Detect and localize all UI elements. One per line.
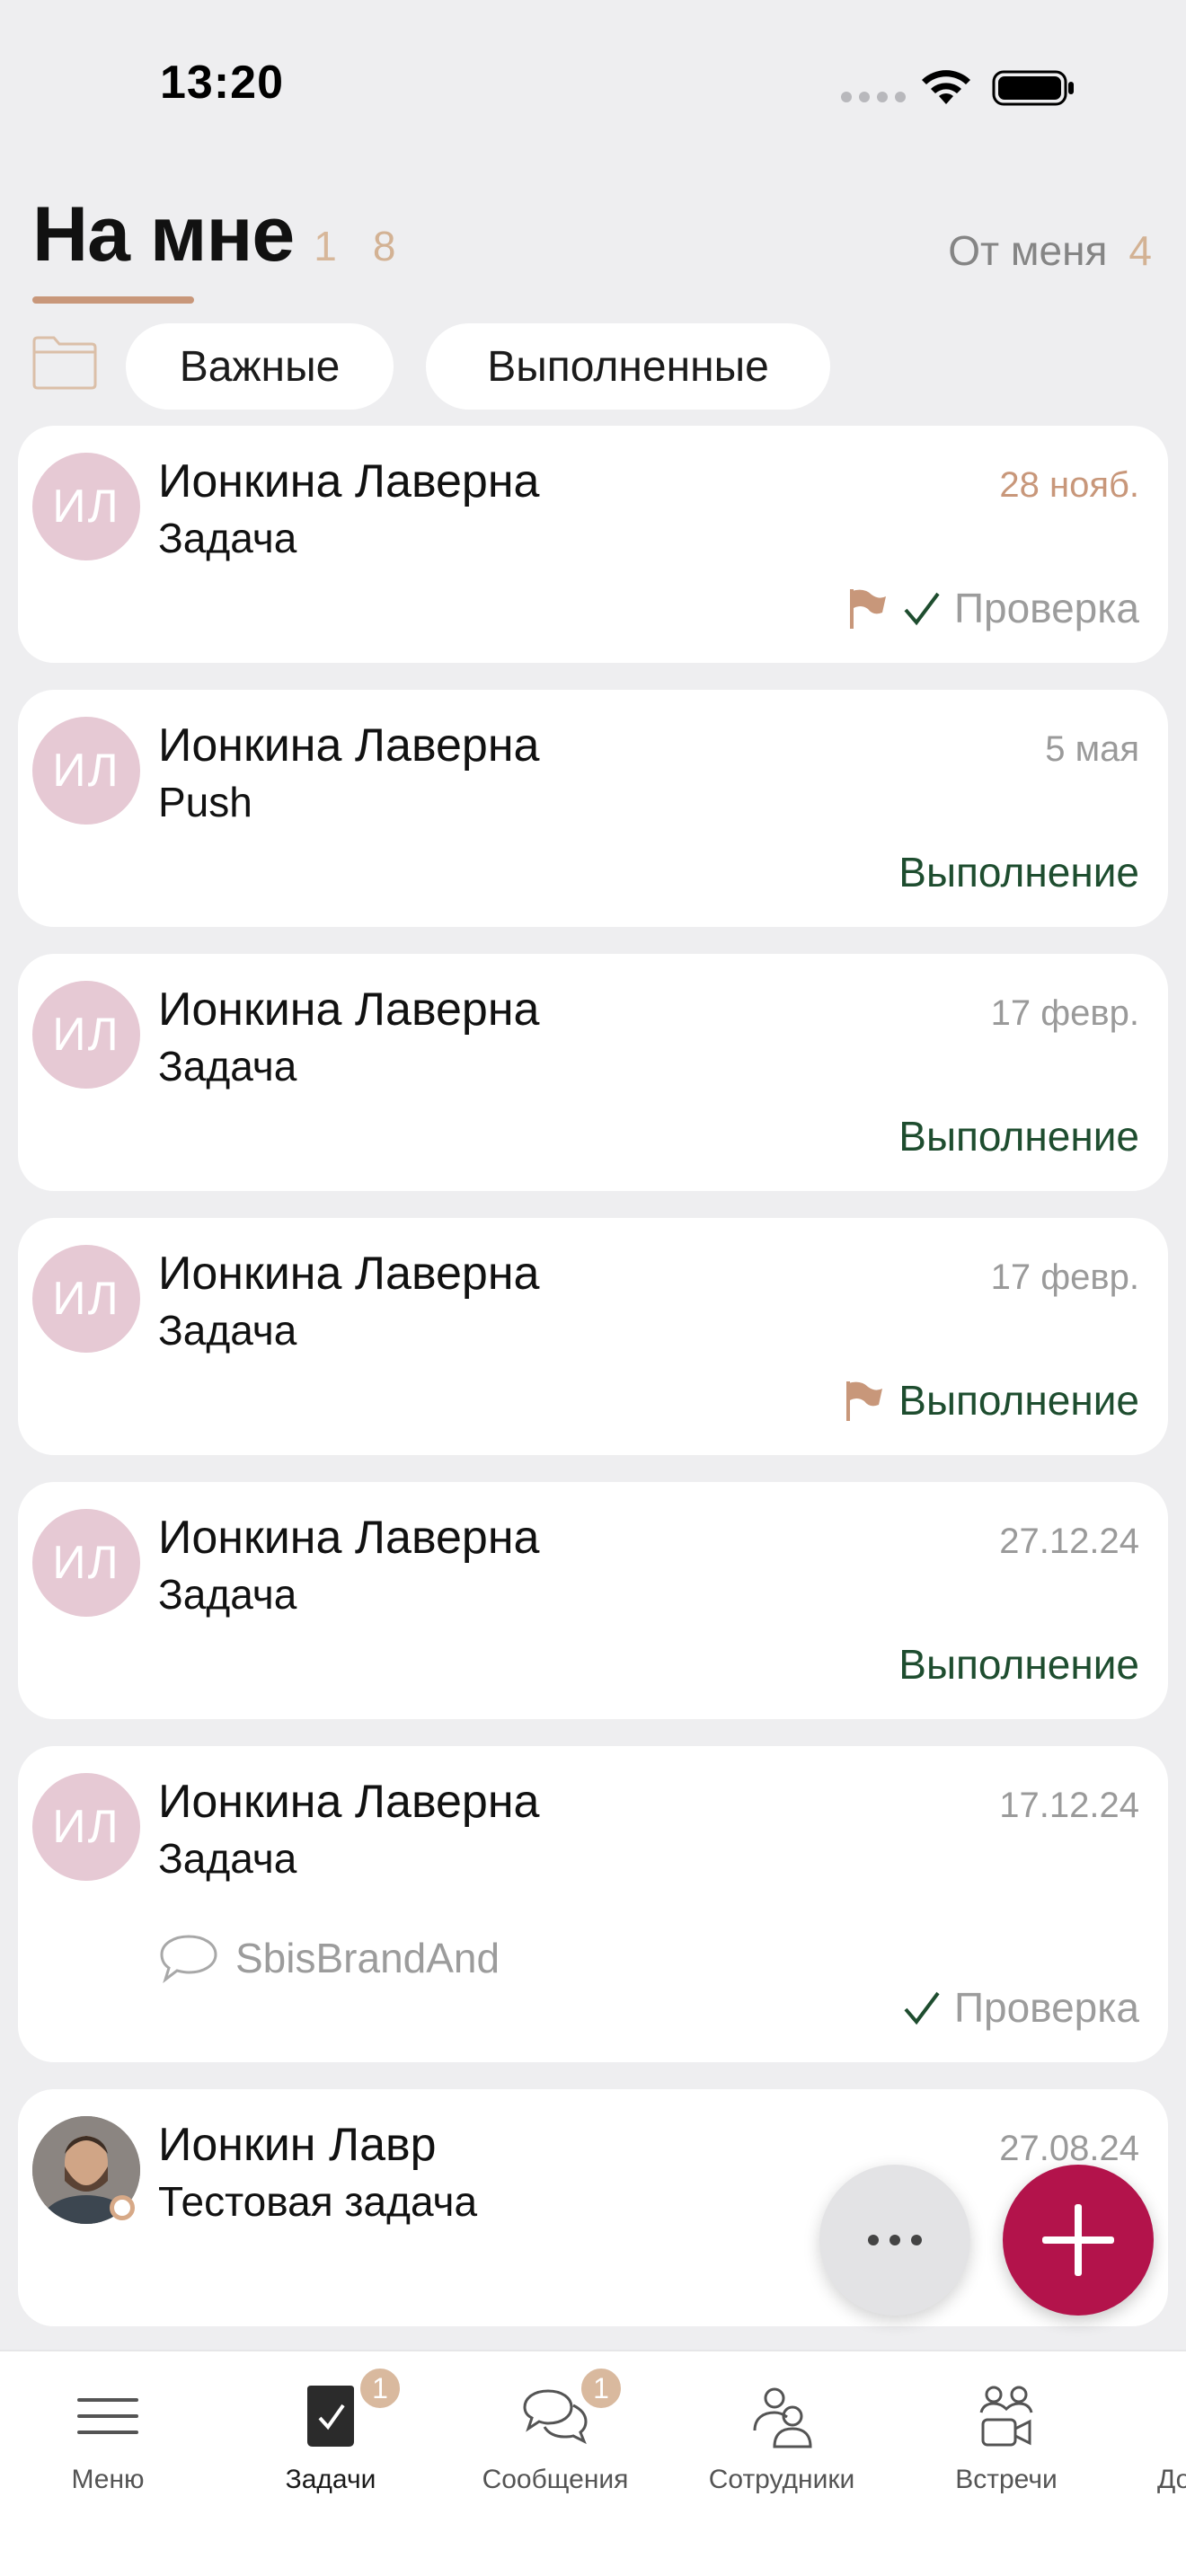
filter-important-chip[interactable]: Важные <box>126 323 394 410</box>
task-status-label: Проверка <box>953 1984 1139 2031</box>
task-status: Выполнение <box>898 848 1139 896</box>
nav-messages-label: Сообщения <box>482 2465 629 2494</box>
tab-on-me-count-total: 8 <box>372 223 396 269</box>
nav-more[interactable]: До <box>1132 2369 1186 2495</box>
comment-icon <box>160 1935 217 1983</box>
task-date: 17.12.24 <box>999 1786 1139 1825</box>
active-tab-indicator <box>32 296 194 304</box>
status-time: 13:20 <box>160 57 284 109</box>
task-subject: Задача <box>158 1835 297 1882</box>
nav-tasks-badge: 1 <box>358 2366 403 2411</box>
employees-icon <box>753 2387 812 2448</box>
task-status: Проверка <box>902 1983 1139 2032</box>
nav-messages-badge: 1 <box>579 2366 624 2411</box>
avatar: ИЛ <box>32 1245 140 1353</box>
nav-employees[interactable]: Сотрудники <box>683 2369 881 2495</box>
wifi-icon <box>922 70 970 104</box>
avatar: ИЛ <box>32 717 140 825</box>
avatar: ИЛ <box>32 1509 140 1617</box>
nav-menu-label: Меню <box>71 2465 145 2494</box>
tasks-icon <box>307 2386 354 2447</box>
more-actions-button[interactable] <box>819 2165 970 2316</box>
task-card[interactable]: Ионкин Лавр Тестовая задача 27.08.24 <box>18 2089 1168 2326</box>
tab-from-me-count: 4 <box>1128 227 1152 274</box>
cellular-signal-icon <box>841 92 906 102</box>
status-bar: 13:20 <box>0 0 1186 180</box>
task-status-label: Выполнение <box>898 849 1139 895</box>
filter-done-chip[interactable]: Выполненные <box>426 323 830 410</box>
task-status-label: Выполнение <box>898 1377 1139 1424</box>
task-author: Ионкина Лаверна <box>158 1512 540 1564</box>
task-card[interactable]: ИЛ Ионкина Лаверна Задача 27.12.24 Выпол… <box>18 1482 1168 1719</box>
avatar: ИЛ <box>32 1773 140 1881</box>
task-card[interactable]: ИЛ Ионкина Лаверна Задача 17 февр. Выпол… <box>18 1218 1168 1455</box>
task-date: 17 февр. <box>990 993 1139 1033</box>
create-task-button[interactable] <box>1003 2165 1154 2316</box>
nav-employees-label: Сотрудники <box>708 2465 855 2494</box>
task-comment: SbisBrandAnd <box>158 1933 500 1983</box>
task-status-label: Выполнение <box>898 1113 1139 1160</box>
flag-icon <box>849 589 886 629</box>
task-status: Выполнение <box>898 1640 1139 1689</box>
task-subject: Задача <box>158 1043 297 1090</box>
bottom-nav: Меню 1 Задачи 1 Сообщения Сотрудники Вст… <box>0 2350 1186 2576</box>
nav-menu[interactable]: Меню <box>9 2369 207 2495</box>
task-card[interactable]: ИЛ Ионкина Лаверна Задача 28 нояб. Прове… <box>18 426 1168 663</box>
check-icon <box>904 1991 940 2025</box>
task-card[interactable]: ИЛ Ионкина Лаверна Задача 17 февр. Выпол… <box>18 954 1168 1191</box>
tab-from-me-label: От меня <box>948 227 1108 274</box>
task-subject: Задача <box>158 1571 297 1618</box>
nav-meetings-label: Встречи <box>955 2465 1058 2494</box>
task-status: Выполнение <box>898 1112 1139 1160</box>
menu-icon <box>77 2398 138 2434</box>
folder-icon[interactable] <box>31 332 99 392</box>
nav-tasks[interactable]: 1 Задачи <box>232 2366 429 2495</box>
task-subject: Тестовая задача <box>158 2178 478 2225</box>
task-subject: Push <box>158 779 252 825</box>
task-status-label: Выполнение <box>898 1641 1139 1688</box>
battery-icon <box>992 70 1074 106</box>
task-status-label: Проверка <box>953 585 1139 631</box>
meetings-icon <box>979 2386 1033 2447</box>
flag-icon <box>846 1381 883 1421</box>
task-date: 27.12.24 <box>999 1522 1139 1561</box>
task-status: Проверка <box>845 584 1139 632</box>
tab-on-me-label: На мне <box>32 191 295 278</box>
task-card[interactable]: ИЛ Ионкина Лаверна Push 5 мая Выполнение <box>18 690 1168 927</box>
task-status: Выполнение <box>841 1376 1139 1425</box>
tasks-screen: 13:20 На мне 1 8 От меня 4 Важные Выполн… <box>0 0 1186 2576</box>
task-subject: Задача <box>158 515 297 561</box>
task-date: 5 мая <box>1045 729 1139 769</box>
avatar: ИЛ <box>32 981 140 1089</box>
tab-on-me-count-new: 1 <box>314 223 337 269</box>
task-comment-text: SbisBrandAnd <box>235 1935 500 1981</box>
task-date: 28 нояб. <box>999 465 1139 505</box>
nav-tasks-label: Задачи <box>285 2465 376 2494</box>
task-author: Ионкина Лаверна <box>158 984 540 1036</box>
nav-messages[interactable]: 1 Сообщения <box>456 2366 654 2495</box>
check-icon <box>904 592 940 626</box>
task-card[interactable]: ИЛ Ионкина Лаверна Задача 17.12.24 SbisB… <box>18 1746 1168 2062</box>
task-date: 17 февр. <box>990 1257 1139 1297</box>
task-subject: Задача <box>158 1307 297 1354</box>
nav-more-label: До <box>1157 2465 1186 2494</box>
tab-from-me[interactable]: От меня 4 <box>948 226 1152 275</box>
presence-indicator <box>110 2195 135 2220</box>
task-author: Ионкина Лаверна <box>158 455 540 507</box>
task-date: 27.08.24 <box>999 2129 1139 2168</box>
tab-on-me[interactable]: На мне 1 8 <box>32 190 395 279</box>
task-author: Ионкин Лавр <box>158 2119 437 2171</box>
nav-meetings[interactable]: Встречи <box>907 2369 1105 2495</box>
task-author: Ионкина Лаверна <box>158 719 540 772</box>
task-author: Ионкина Лаверна <box>158 1776 540 1828</box>
avatar: ИЛ <box>32 453 140 560</box>
task-author: Ионкина Лаверна <box>158 1248 540 1300</box>
